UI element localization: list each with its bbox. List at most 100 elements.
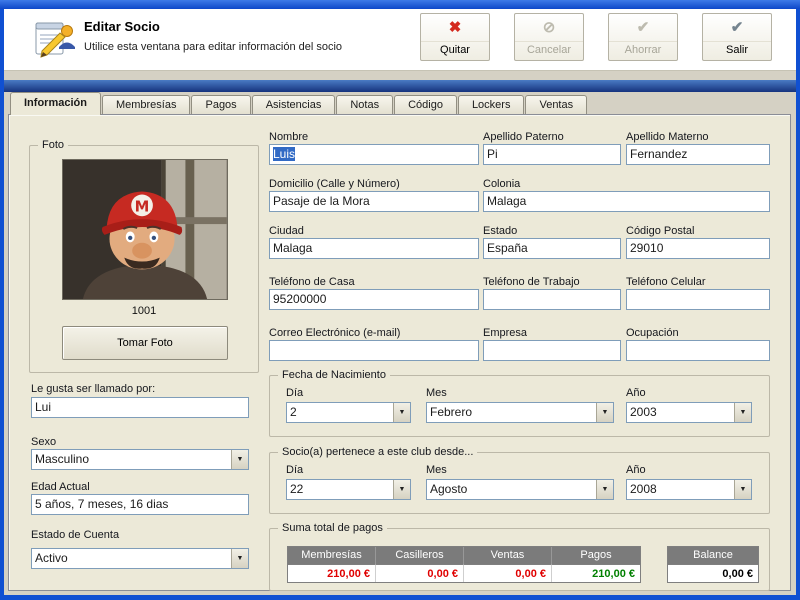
- since-year-select[interactable]: 2008 ▼: [626, 479, 752, 500]
- edit-member-icon: [34, 18, 76, 60]
- sex-select[interactable]: Masculino ▼: [31, 449, 249, 470]
- dropdown-arrow-icon[interactable]: ▼: [596, 403, 613, 422]
- birth-day-select[interactable]: 2 ▼: [286, 402, 411, 423]
- exit-check-icon: ✔: [703, 14, 771, 41]
- sex-value: Masculino: [35, 452, 89, 466]
- nickname-input[interactable]: Lui: [31, 397, 249, 418]
- since-year-value: 2008: [630, 482, 657, 496]
- window-border-left: [0, 9, 4, 600]
- dropdown-arrow-icon[interactable]: ▼: [231, 450, 248, 469]
- header-separator-bar: [4, 80, 796, 92]
- since-day-select[interactable]: 22 ▼: [286, 479, 411, 500]
- dropdown-arrow-icon[interactable]: ▼: [393, 480, 410, 499]
- account-status-value: Activo: [35, 551, 68, 565]
- payments-value-membresias: 210,00 €: [288, 564, 376, 582]
- domicilio-input[interactable]: Pasaje de la Mora: [269, 191, 479, 212]
- telefono-casa-value: 95200000: [273, 292, 326, 306]
- account-status-select[interactable]: Activo ▼: [31, 548, 249, 569]
- codigo-postal-label: Código Postal: [626, 224, 695, 238]
- balance-value: 0,00 €: [668, 564, 758, 582]
- birth-month-select[interactable]: Febrero ▼: [426, 402, 614, 423]
- window-border-right: [796, 9, 800, 600]
- correo-input[interactable]: [269, 340, 479, 361]
- payments-header-ventas: Ventas: [464, 547, 552, 564]
- page-subtitle: Utilice esta ventana para editar informa…: [84, 41, 342, 53]
- member-since-group-label: Socio(a) pertenece a este club desde...: [278, 445, 477, 459]
- dropdown-arrow-icon[interactable]: ▼: [231, 549, 248, 568]
- since-month-label: Mes: [426, 463, 447, 477]
- domicilio-value: Pasaje de la Mora: [273, 194, 370, 208]
- birth-day-value: 2: [290, 405, 297, 419]
- birth-month-label: Mes: [426, 386, 447, 400]
- nickname-label: Le gusta ser llamado por:: [31, 382, 155, 396]
- tab-membresias[interactable]: Membresías: [102, 95, 191, 114]
- empresa-input[interactable]: [483, 340, 621, 361]
- codigo-postal-input[interactable]: 29010: [626, 238, 770, 259]
- ocupacion-input[interactable]: [626, 340, 770, 361]
- app-window: Editar Socio Utilice esta ventana para e…: [0, 0, 800, 600]
- payments-header-membresias: Membresías: [288, 547, 376, 564]
- tab-asistencias[interactable]: Asistencias: [252, 95, 336, 114]
- window-titlebar: [0, 0, 800, 9]
- birthdate-group: Fecha de Nacimiento Día 2 ▼ Mes Febrero …: [269, 375, 770, 437]
- dropdown-arrow-icon[interactable]: ▼: [596, 480, 613, 499]
- apellido-materno-label: Apellido Materno: [626, 130, 709, 144]
- salir-button[interactable]: ✔ Salir: [702, 13, 772, 61]
- nombre-label: Nombre: [269, 130, 308, 144]
- telefono-celular-input[interactable]: [626, 289, 770, 310]
- estado-input[interactable]: España: [483, 238, 621, 259]
- apellido-paterno-input[interactable]: Pi: [483, 144, 621, 165]
- tab-panel-informacion: Foto M: [8, 114, 791, 591]
- photo-group: Foto M: [29, 145, 259, 373]
- member-photo-image: M: [63, 160, 227, 299]
- codigo-postal-value: 29010: [630, 241, 663, 255]
- balance-header: Balance: [668, 547, 758, 564]
- ciudad-value: Malaga: [273, 241, 312, 255]
- nickname-value: Lui: [35, 400, 51, 414]
- telefono-trabajo-label: Teléfono de Trabajo: [483, 275, 580, 289]
- payments-group-label: Suma total de pagos: [278, 521, 387, 535]
- nombre-input[interactable]: Luis: [269, 144, 479, 165]
- since-year-label: Año: [626, 463, 646, 477]
- telefono-trabajo-input[interactable]: [483, 289, 621, 310]
- page-title: Editar Socio: [84, 19, 160, 34]
- window-border-bottom: [0, 595, 800, 600]
- remove-x-icon: ✖: [421, 14, 489, 41]
- ciudad-input[interactable]: Malaga: [269, 238, 479, 259]
- birth-year-select[interactable]: 2003 ▼: [626, 402, 752, 423]
- cancelar-button-label: Cancelar: [515, 41, 583, 58]
- tab-informacion[interactable]: Información: [10, 92, 101, 115]
- quitar-button[interactable]: ✖ Quitar: [420, 13, 490, 61]
- apellido-materno-input[interactable]: Fernandez: [626, 144, 770, 165]
- payments-value-pagos: 210,00 €: [552, 564, 640, 582]
- member-id: 1001: [30, 305, 258, 317]
- tab-notas[interactable]: Notas: [336, 95, 393, 114]
- tab-lockers[interactable]: Lockers: [458, 95, 525, 114]
- payments-summary-group: Suma total de pagos Membresías Casillero…: [269, 528, 770, 591]
- salir-button-label: Salir: [703, 41, 771, 58]
- svg-text:M: M: [135, 198, 150, 215]
- apellido-paterno-value: Pi: [487, 147, 498, 161]
- dropdown-arrow-icon[interactable]: ▼: [393, 403, 410, 422]
- apellido-materno-value: Fernandez: [630, 147, 687, 161]
- empresa-label: Empresa: [483, 326, 527, 340]
- since-month-select[interactable]: Agosto ▼: [426, 479, 614, 500]
- account-status-label: Estado de Cuenta: [31, 528, 119, 542]
- tab-pagos[interactable]: Pagos: [191, 95, 250, 114]
- member-since-group: Socio(a) pertenece a este club desde... …: [269, 452, 770, 514]
- save-check-icon: ✔: [609, 14, 677, 41]
- dropdown-arrow-icon[interactable]: ▼: [734, 403, 751, 422]
- birth-year-label: Año: [626, 386, 646, 400]
- birth-month-value: Febrero: [430, 405, 472, 419]
- since-month-value: Agosto: [430, 482, 467, 496]
- colonia-input[interactable]: Malaga: [483, 191, 770, 212]
- colonia-label: Colonia: [483, 177, 520, 191]
- telefono-casa-input[interactable]: 95200000: [269, 289, 479, 310]
- dropdown-arrow-icon[interactable]: ▼: [734, 480, 751, 499]
- cancel-icon: ⊘: [515, 14, 583, 41]
- age-input[interactable]: 5 años, 7 meses, 16 dias: [31, 494, 249, 515]
- domicilio-label: Domicilio (Calle y Número): [269, 177, 400, 191]
- tomar-foto-button[interactable]: Tomar Foto: [62, 326, 228, 360]
- tab-codigo[interactable]: Código: [394, 95, 457, 114]
- tab-ventas[interactable]: Ventas: [525, 95, 587, 114]
